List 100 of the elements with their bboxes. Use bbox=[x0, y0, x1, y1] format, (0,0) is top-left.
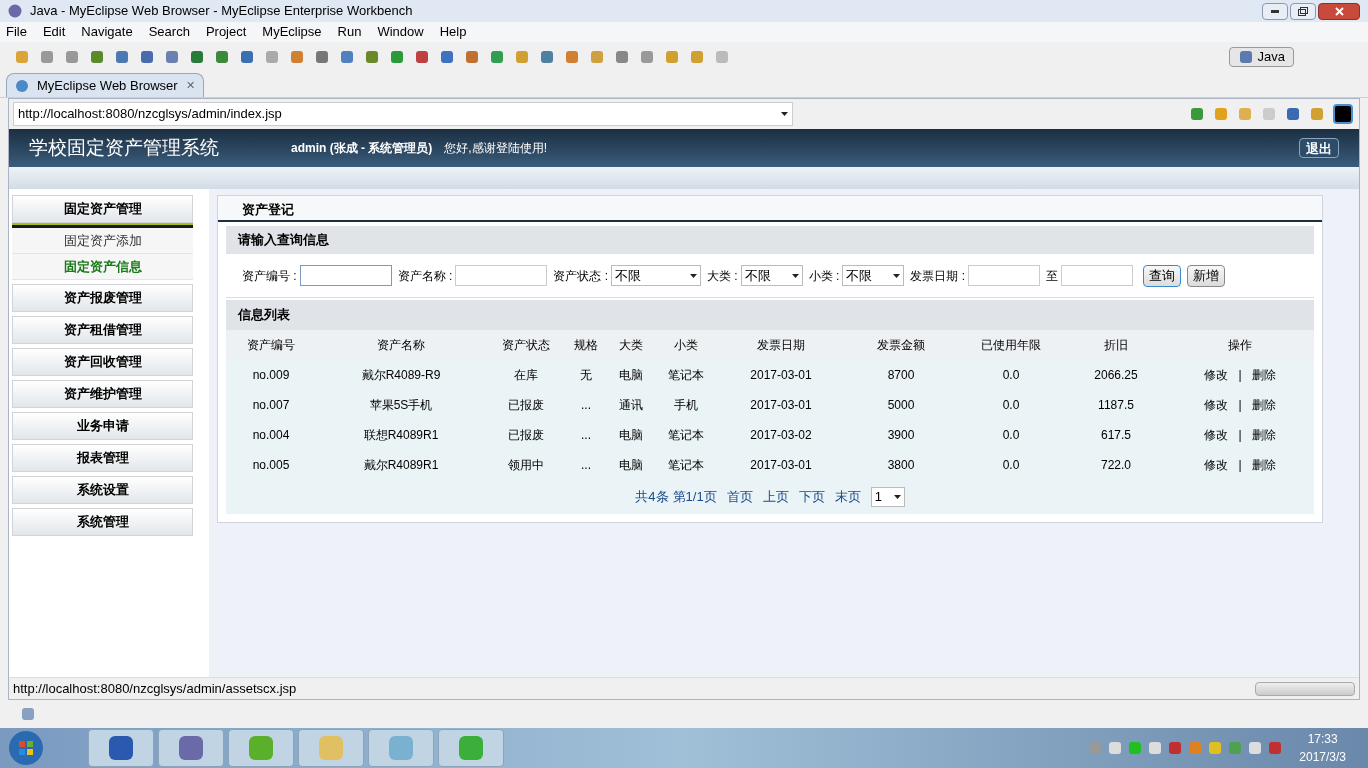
tray-icon[interactable] bbox=[1267, 740, 1284, 756]
sidebar-group[interactable]: 固定资产管理 bbox=[12, 195, 193, 223]
toolbar-tool-icon[interactable] bbox=[289, 49, 305, 65]
toolbar-tool-icon[interactable] bbox=[514, 49, 530, 65]
input-field[interactable] bbox=[1061, 265, 1134, 286]
toolbar-tool-icon[interactable] bbox=[339, 49, 355, 65]
toolbar-tool-icon[interactable] bbox=[664, 49, 680, 65]
input-field[interactable] bbox=[299, 265, 392, 286]
select-field[interactable]: 不限 bbox=[740, 265, 803, 286]
sidebar-group[interactable]: 资产维护管理 bbox=[12, 380, 193, 408]
editor-tab[interactable]: MyEclipse Web Browser ✕ bbox=[6, 73, 204, 97]
toolbar-tool-icon[interactable] bbox=[64, 49, 80, 65]
perspective-button[interactable]: Java bbox=[1228, 47, 1294, 67]
sidebar-group[interactable]: 系统设置 bbox=[12, 476, 193, 504]
toolbar-tool-icon[interactable] bbox=[214, 49, 230, 65]
pager-link[interactable]: 上页 bbox=[762, 487, 789, 507]
toolbar-tool-icon[interactable] bbox=[464, 49, 480, 65]
menu-item[interactable]: File bbox=[6, 22, 27, 42]
menu-item[interactable]: Run bbox=[337, 22, 362, 42]
browser-tool-icon[interactable] bbox=[1285, 106, 1301, 122]
action-link[interactable]: 删除 bbox=[1251, 396, 1276, 414]
toolbar-tool-icon[interactable] bbox=[414, 49, 430, 65]
tray-icon[interactable] bbox=[1107, 740, 1124, 756]
sidebar-group[interactable]: 资产回收管理 bbox=[12, 348, 193, 376]
toolbar-tool-icon[interactable] bbox=[14, 49, 30, 65]
sidebar-link[interactable]: 固定资产添加 bbox=[12, 228, 193, 254]
action-link[interactable]: 修改 bbox=[1204, 426, 1229, 444]
close-button[interactable] bbox=[1318, 2, 1360, 20]
action-link[interactable]: 修改 bbox=[1204, 366, 1229, 384]
preview-swatch-icon[interactable] bbox=[1333, 104, 1353, 124]
action-link[interactable]: 删除 bbox=[1251, 456, 1276, 474]
menu-item[interactable]: Edit bbox=[42, 22, 66, 42]
page-select[interactable]: 1 bbox=[870, 487, 905, 507]
address-field[interactable]: http://localhost:8080/nzcglsys/admin/index.jsp bbox=[13, 102, 793, 126]
form-button[interactable]: 新增 bbox=[1187, 264, 1226, 287]
select-field[interactable]: 不限 bbox=[842, 265, 905, 286]
toolbar-tool-icon[interactable] bbox=[639, 49, 655, 65]
toolbar-tool-icon[interactable] bbox=[489, 49, 505, 65]
toolbar-tool-icon[interactable] bbox=[89, 49, 105, 65]
toolbar-tool-icon[interactable] bbox=[439, 49, 455, 65]
sidebar-group[interactable]: 系统管理 bbox=[12, 508, 193, 536]
browser-tool-icon[interactable] bbox=[1213, 106, 1229, 122]
toolbar-tool-icon[interactable] bbox=[314, 49, 330, 65]
maximize-button[interactable] bbox=[1290, 2, 1316, 20]
sidebar-link[interactable]: 固定资产信息 bbox=[12, 254, 193, 280]
menu-item[interactable]: MyEclipse bbox=[262, 22, 322, 42]
select-field[interactable]: 不限 bbox=[611, 265, 701, 286]
logout-button[interactable]: 退出 bbox=[1299, 138, 1339, 158]
pager-link[interactable]: 下页 bbox=[798, 487, 825, 507]
table-cell-text: no.005 bbox=[251, 457, 291, 474]
menu-item[interactable]: Help bbox=[439, 22, 467, 42]
taskbar-app-button[interactable] bbox=[158, 729, 224, 767]
action-link[interactable]: 修改 bbox=[1204, 456, 1229, 474]
toolbar-tool-icon[interactable] bbox=[364, 49, 380, 65]
toolbar-tool-icon[interactable] bbox=[114, 49, 130, 65]
start-button[interactable] bbox=[8, 730, 44, 766]
toolbar-tool-icon[interactable] bbox=[189, 49, 205, 65]
action-link[interactable]: 删除 bbox=[1251, 366, 1276, 384]
input-field[interactable] bbox=[968, 265, 1041, 286]
tray-icon[interactable] bbox=[1167, 740, 1184, 756]
menu-item[interactable]: Window bbox=[377, 22, 424, 42]
toolbar-tool-icon[interactable] bbox=[564, 49, 580, 65]
toolbar-tool-icon[interactable] bbox=[389, 49, 405, 65]
sidebar-group[interactable]: 资产租借管理 bbox=[12, 316, 193, 344]
sidebar-group[interactable]: 报表管理 bbox=[12, 444, 193, 472]
toolbar-tool-icon[interactable] bbox=[589, 49, 605, 65]
toolbar-tool-icon[interactable] bbox=[239, 49, 255, 65]
tray-icon[interactable] bbox=[1147, 740, 1164, 756]
toolbar-tool-icon[interactable] bbox=[164, 49, 180, 65]
action-link[interactable]: 修改 bbox=[1204, 396, 1229, 414]
column-header: 发票金额 bbox=[876, 337, 926, 354]
menu-item[interactable]: Project bbox=[205, 22, 247, 42]
column-header: 规格 bbox=[573, 337, 599, 354]
taskbar-app-button[interactable] bbox=[228, 729, 294, 767]
minimize-icon bbox=[1271, 9, 1279, 13]
tray-icon[interactable] bbox=[1247, 740, 1264, 756]
toolbar-tool-icon[interactable] bbox=[614, 49, 630, 65]
sidebar-group[interactable]: 业务申请 bbox=[12, 412, 193, 440]
tray-icon[interactable] bbox=[1207, 740, 1224, 756]
tab-close[interactable]: ✕ bbox=[185, 77, 195, 94]
taskbar-app-button[interactable] bbox=[438, 729, 504, 767]
clock-date: 2017/3/3 bbox=[1299, 749, 1346, 766]
toolbar-tool-icon[interactable] bbox=[39, 49, 55, 65]
toolbar-tool-icon[interactable] bbox=[539, 49, 555, 65]
minimize-button[interactable] bbox=[1262, 2, 1288, 20]
toolbar-tool-icon[interactable] bbox=[689, 49, 705, 65]
taskbar-app-button[interactable] bbox=[88, 729, 154, 767]
browser-tool-icon[interactable] bbox=[1189, 106, 1205, 122]
sidebar-group[interactable]: 资产报废管理 bbox=[12, 284, 193, 312]
menu-item[interactable]: Navigate bbox=[81, 22, 133, 42]
input-field[interactable] bbox=[455, 265, 548, 286]
column-header: 资产名称 bbox=[376, 337, 426, 354]
menu-item[interactable]: Search bbox=[148, 22, 190, 42]
toolbar-tool-icon[interactable] bbox=[264, 49, 280, 65]
toolbar-tool-icon[interactable] bbox=[139, 49, 155, 65]
form-button[interactable]: 查询 bbox=[1143, 264, 1182, 287]
pager-link[interactable]: 首页 bbox=[726, 487, 753, 507]
pager-link[interactable]: 末页 bbox=[834, 487, 861, 507]
action-link[interactable]: 删除 bbox=[1251, 426, 1276, 444]
browser-tool-icon[interactable] bbox=[1309, 106, 1325, 122]
